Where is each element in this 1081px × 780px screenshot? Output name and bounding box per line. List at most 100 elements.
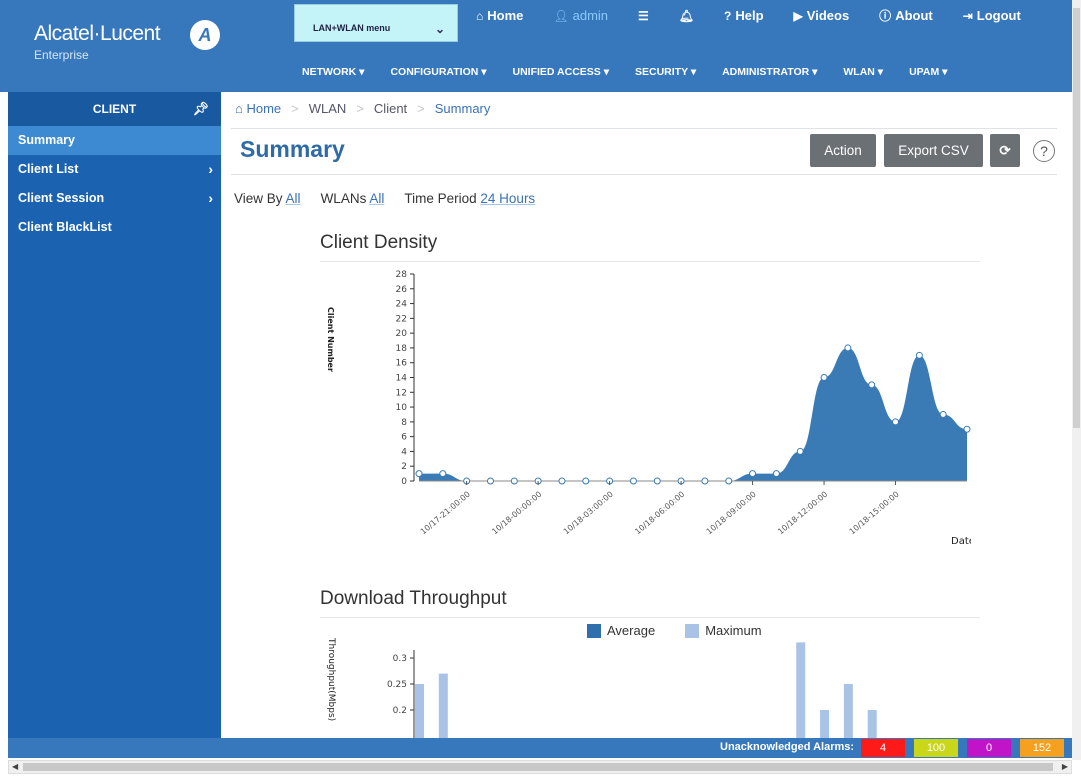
data-point[interactable] [892, 418, 900, 426]
mainnav-item[interactable]: NETWORK ▾ [302, 66, 364, 78]
y-tick-label: 2 [401, 462, 407, 472]
horizontal-scrollbar[interactable]: ◀ ▶ [8, 760, 1072, 774]
pin-icon[interactable]: 📌︎ [192, 101, 209, 117]
data-point[interactable] [653, 477, 661, 485]
breadcrumb-client[interactable]: Client [374, 101, 407, 116]
topnav-videos[interactable]: ▶ Videos [794, 7, 850, 24]
mainnav-item[interactable]: UPAM ▾ [909, 66, 947, 78]
time-period-link[interactable]: 24 Hours [480, 191, 535, 206]
x-tick-label: 10/18-03:00:00 [562, 490, 615, 537]
data-point[interactable] [701, 477, 709, 485]
data-point[interactable] [582, 477, 590, 485]
data-point[interactable] [439, 470, 447, 478]
brand-sub: Enterprise [34, 48, 89, 62]
breadcrumb-summary: Summary [434, 101, 491, 116]
y-tick-label: 24 [396, 300, 408, 310]
vertical-scrollbar[interactable] [1072, 0, 1081, 760]
maximum-bar[interactable] [438, 673, 448, 738]
maximum-bar[interactable] [820, 710, 830, 738]
mainnav-item[interactable]: ADMINISTRATOR ▾ [722, 66, 817, 78]
data-point[interactable] [415, 470, 423, 478]
topnav-list[interactable]: ☰ [638, 7, 649, 24]
download-throughput-chart: Throughput(Mbps) 0.2 0.25 0.3 [326, 637, 877, 738]
list-icon: ☰ [638, 8, 649, 23]
alarm-warning-count[interactable]: 152 [1020, 739, 1064, 757]
maximum-bar[interactable] [843, 684, 853, 738]
y-tick-label: 0.2 [393, 706, 407, 716]
sidebar-item-client-blacklist[interactable]: Client BlackList [8, 213, 221, 242]
data-point[interactable] [749, 470, 757, 478]
chevron-right-icon: › [208, 161, 213, 177]
data-point[interactable] [772, 470, 780, 478]
menu-select-value: LAN+WLAN menu [313, 23, 391, 33]
data-point[interactable] [915, 351, 923, 359]
sidebar-item-summary[interactable]: Summary [8, 126, 221, 155]
client-density-chart: Client Number024681012141618202224262810… [326, 270, 971, 547]
sidebar-item-label: Client Session [18, 191, 105, 205]
topnav-admin[interactable]: 👤︎ admin [553, 7, 608, 24]
topnav-label: Help [735, 8, 764, 23]
top-nav: ⌂ Home 👤︎ admin ☰ 🔔︎ ? Help ▶ Videos ⓘ About ⇥ Logout [476, 7, 1051, 24]
mainnav-item[interactable]: UNIFIED ACCESS ▾ [513, 66, 609, 78]
breadcrumb: ⌂ Home > WLAN > Client > Summary [235, 101, 490, 116]
data-point[interactable] [725, 477, 733, 485]
filter-bar: View By All WLANs All Time Period 24 Hou… [234, 191, 549, 206]
data-point[interactable] [558, 477, 566, 485]
x-tick-label: 10/18-09:00:00 [705, 490, 758, 537]
breadcrumb-home[interactable]: ⌂ Home [235, 101, 281, 116]
refresh-button[interactable]: ⟳ [990, 134, 1020, 167]
vertical-scroll-thumb[interactable] [1073, 8, 1080, 428]
view-by-label: View By [234, 191, 283, 206]
topnav-logout[interactable]: ⇥ Logout [963, 7, 1021, 24]
action-button[interactable]: Action [810, 134, 876, 167]
mainnav-item[interactable]: WLAN ▾ [843, 66, 883, 78]
download-throughput-title: Download Throughput [320, 588, 507, 609]
data-point[interactable] [844, 344, 852, 352]
data-point[interactable] [510, 477, 518, 485]
maximum-bar[interactable] [796, 642, 806, 738]
topnav-help[interactable]: ? Help [724, 7, 764, 24]
wlans-filter: WLANs All [321, 191, 385, 206]
topnav-label: Videos [806, 8, 850, 23]
sidebar-item-client-list[interactable]: Client List › [8, 155, 221, 184]
data-point[interactable] [796, 447, 804, 455]
topnav-home[interactable]: ⌂ Home [476, 7, 523, 24]
top-header: Alcatel·Lucent Enterprise A LAN+WLAN men… [0, 0, 1072, 92]
breadcrumb-separator: > [417, 101, 425, 116]
alarm-bar: Unacknowledged Alarms: 4 100 0 152 [8, 738, 1072, 758]
wlans-link[interactable]: All [369, 191, 384, 206]
data-point[interactable] [629, 477, 637, 485]
y-tick-label: 12 [396, 388, 407, 398]
sidebar-item-client-session[interactable]: Client Session › [8, 184, 221, 213]
maximum-bar[interactable] [867, 710, 877, 738]
data-point[interactable] [963, 425, 971, 433]
alarm-critical-count[interactable]: 4 [861, 739, 905, 757]
time-period-label: Time Period [404, 191, 477, 206]
horizontal-scroll-thumb[interactable] [23, 763, 1053, 771]
topnav-about[interactable]: ⓘ About [879, 7, 933, 24]
topnav-bell[interactable]: 🔔︎ [679, 7, 694, 24]
y-tick-label: 26 [396, 285, 408, 295]
mainnav-item[interactable]: SECURITY ▾ [635, 66, 696, 78]
breadcrumb-wlan[interactable]: WLAN [309, 101, 347, 116]
x-tick-label: 10/18-06:00:00 [633, 490, 686, 537]
brand-logo: Alcatel·Lucent Enterprise A [34, 20, 220, 62]
export-csv-button[interactable]: Export CSV [884, 134, 983, 167]
menu-type-select[interactable]: LAN+WLAN menu ⌄ [294, 4, 458, 42]
data-point[interactable] [820, 374, 828, 381]
data-point[interactable] [868, 381, 876, 389]
breadcrumb-separator: > [356, 101, 364, 116]
view-by-link[interactable]: All [286, 191, 301, 206]
scroll-right-icon[interactable]: ▶ [1062, 762, 1068, 771]
scroll-left-icon[interactable]: ◀ [12, 762, 18, 771]
help-icon[interactable]: ? [1033, 140, 1055, 162]
alarm-major-count[interactable]: 100 [914, 739, 958, 757]
data-point[interactable] [486, 477, 494, 485]
refresh-icon: ⟳ [999, 142, 1011, 158]
divider [320, 617, 980, 618]
mainnav-item[interactable]: CONFIGURATION ▾ [390, 66, 486, 78]
user-icon: 👤︎ [553, 8, 569, 23]
data-point[interactable] [939, 410, 947, 418]
maximum-bar[interactable] [415, 684, 424, 738]
alarm-minor-count[interactable]: 0 [967, 739, 1011, 757]
